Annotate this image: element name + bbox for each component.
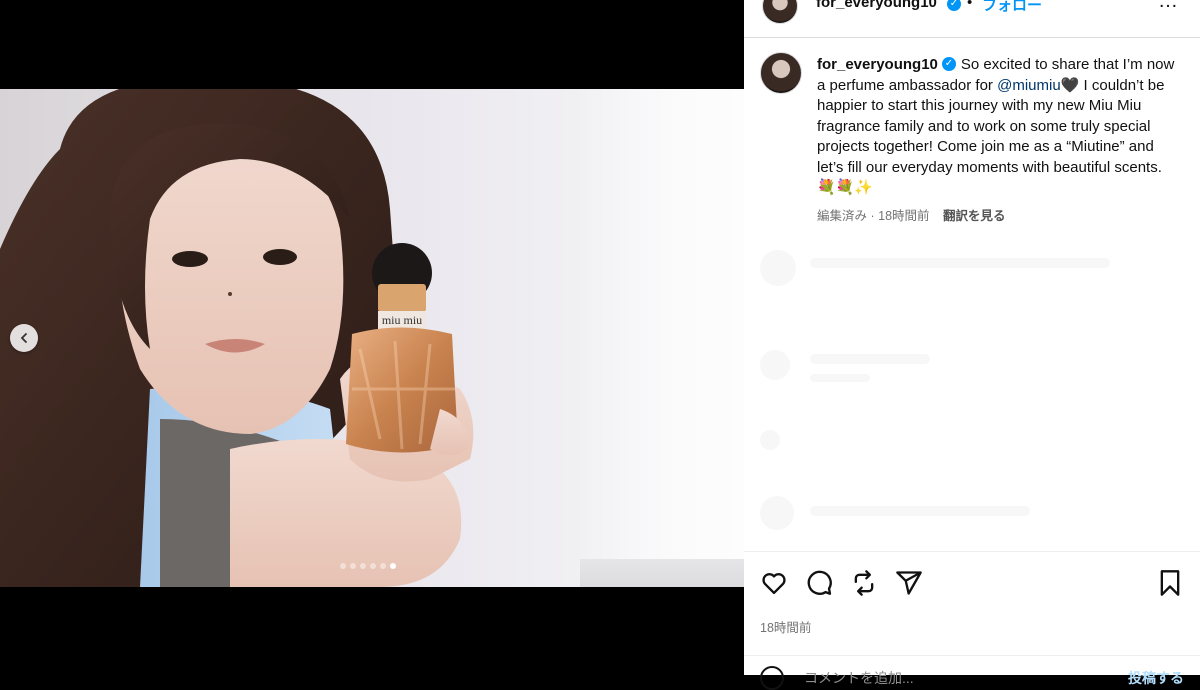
carousel-dot	[380, 563, 386, 569]
avatar[interactable]	[760, 52, 802, 94]
post-media: miu miu	[0, 0, 744, 675]
meta-dot: ·	[870, 209, 875, 223]
comment-input[interactable]: コメントを追加...	[804, 668, 914, 688]
verified-badge-icon: ✓	[941, 57, 956, 72]
window-light	[574, 89, 744, 587]
caption-body-end: 🖤 I couldn’t be happier to start this jo…	[817, 76, 1165, 197]
emoji-icon[interactable]	[760, 666, 784, 690]
post-comment-button[interactable]: 投稿する	[1128, 668, 1184, 688]
carousel-prev-button[interactable]	[10, 324, 38, 352]
svg-text:miu miu: miu miu	[382, 313, 422, 327]
caption-time[interactable]: 18時間前	[878, 209, 929, 223]
comment-input-row: コメントを追加... 投稿する	[744, 655, 1200, 690]
share-icon[interactable]	[895, 569, 923, 597]
carousel-dot	[350, 563, 356, 569]
avatar[interactable]	[762, 0, 798, 24]
repost-icon[interactable]	[850, 569, 878, 597]
action-bar	[744, 551, 1200, 612]
carousel-dot	[340, 563, 346, 569]
post-header: for_everyoung10 ✓ • フォロー …	[744, 0, 1200, 38]
post-photo: miu miu	[0, 89, 744, 587]
carousel-dot	[360, 563, 366, 569]
carousel-dot	[370, 563, 376, 569]
bookmark-icon[interactable]	[1156, 569, 1184, 597]
post-detail-panel: for_everyoung10 ✓ • フォロー … for_everyoung…	[744, 0, 1200, 690]
translate-link[interactable]: 翻訳を見る	[943, 209, 1006, 223]
heart-icon[interactable]	[760, 569, 788, 597]
chevron-left-icon	[20, 333, 27, 343]
caption-username[interactable]: for_everyoung10	[817, 56, 938, 73]
window-sill	[580, 559, 744, 587]
caption-meta: 編集済み · 18時間前 翻訳を見る	[817, 205, 1006, 224]
header-separator: •	[967, 0, 973, 11]
follow-button[interactable]: フォロー	[982, 0, 1042, 15]
carousel-indicators	[340, 563, 396, 569]
comments-placeholder	[760, 250, 1180, 540]
verified-badge-icon: ✓	[947, 0, 961, 11]
comment-icon[interactable]	[805, 569, 833, 597]
carousel-dot	[390, 563, 396, 569]
post-timestamp[interactable]: 18時間前	[760, 617, 811, 636]
more-icon[interactable]: …	[1158, 0, 1179, 13]
header-username[interactable]: for_everyoung10	[816, 0, 937, 11]
edited-label: 編集済み	[817, 209, 868, 223]
caption-text: for_everyoung10 ✓ So excited to share that…	[817, 55, 1177, 199]
mention-link[interactable]: @miumiu	[997, 77, 1061, 94]
